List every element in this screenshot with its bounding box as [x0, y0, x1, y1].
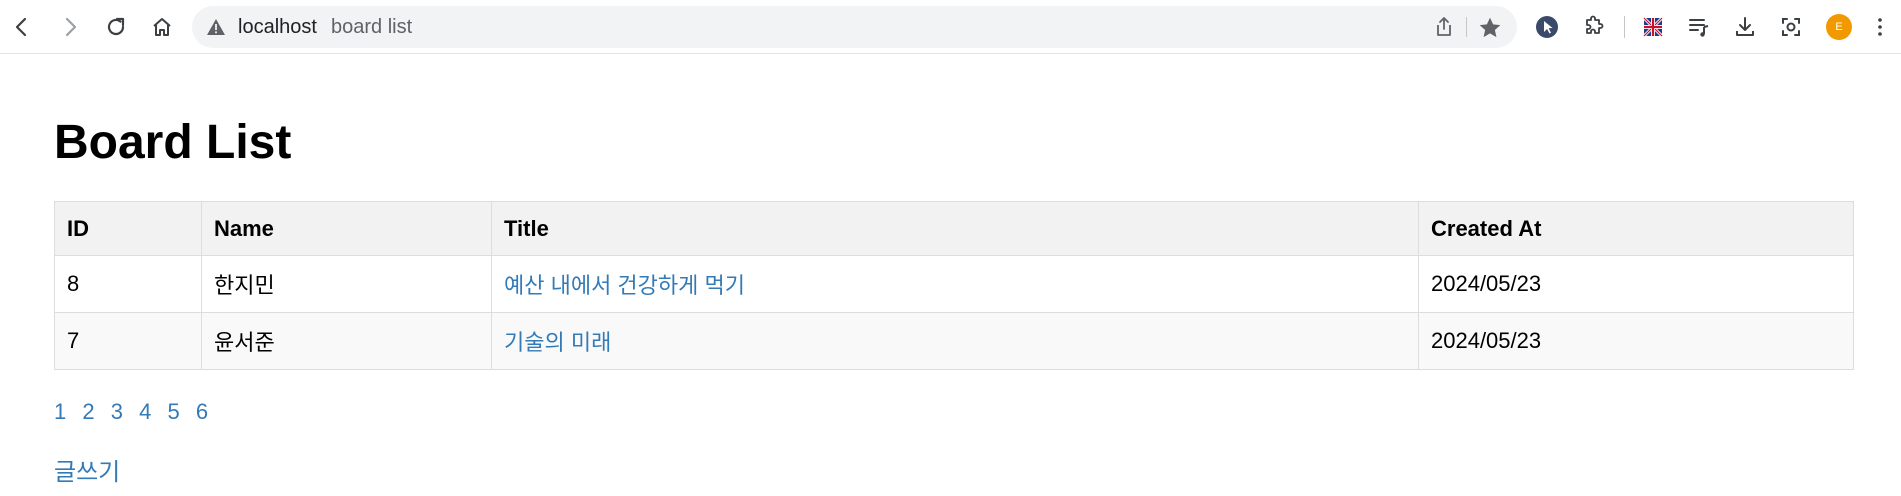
home-icon — [153, 18, 171, 36]
cell-created-at: 2024/05/23 — [1418, 312, 1854, 370]
download-icon — [1736, 17, 1754, 36]
cell-created-at: 2024/05/23 — [1418, 255, 1854, 313]
page-link-1[interactable]: 1 — [54, 399, 66, 424]
table-row: 8 한지민 예산 내에서 건강하게 먹기 2024/05/23 — [54, 255, 1854, 313]
back-button[interactable] — [2, 7, 42, 47]
column-header-title: Title — [491, 201, 1419, 256]
cell-title: 예산 내에서 건강하게 먹기 — [491, 255, 1419, 313]
home-button[interactable] — [142, 7, 182, 47]
write-post-link[interactable]: 글쓰기 — [54, 452, 120, 487]
cell-name: 한지민 — [201, 255, 492, 313]
share-icon[interactable] — [1433, 16, 1455, 38]
downloads-button[interactable] — [1725, 7, 1765, 47]
table-header-row: ID Name Title Created At — [54, 201, 1854, 256]
column-header-created-at: Created At — [1418, 201, 1854, 256]
page-link-3[interactable]: 3 — [111, 399, 123, 424]
cell-id: 7 — [54, 312, 202, 370]
board-table: ID Name Title Created At 8 한지민 예산 내에서 건강… — [54, 201, 1854, 370]
url-path: board list — [331, 16, 413, 38]
back-arrow-icon — [15, 17, 27, 37]
cursor-extension-button[interactable] — [1527, 7, 1567, 47]
bookmark-star-icon[interactable] — [1477, 15, 1503, 41]
not-secure-warning-icon[interactable] — [206, 17, 226, 37]
media-controls-button[interactable] — [1679, 7, 1719, 47]
post-title-link[interactable]: 예산 내에서 건강하게 먹기 — [504, 273, 745, 298]
page-link-4[interactable]: 4 — [139, 399, 151, 424]
browser-toolbar: localhost board list E — [0, 0, 1901, 54]
column-header-name: Name — [201, 201, 492, 256]
cursor-extension-icon — [1536, 16, 1558, 38]
puzzle-piece-icon — [1586, 15, 1604, 34]
cell-title: 기술의 미래 — [491, 312, 1419, 370]
reload-icon — [107, 17, 125, 36]
address-bar[interactable]: localhost board list — [192, 6, 1517, 48]
camera-capture-icon — [1782, 18, 1800, 36]
kebab-menu-icon — [1878, 18, 1882, 36]
cell-id: 8 — [54, 255, 202, 313]
url-host: localhost — [238, 16, 317, 38]
profile-avatar[interactable]: E — [1826, 14, 1852, 40]
browser-menu-button[interactable] — [1862, 7, 1898, 47]
extensions-button[interactable] — [1574, 7, 1614, 47]
column-header-id: ID — [54, 201, 202, 256]
page-title: Board List — [54, 116, 292, 169]
page-link-5[interactable]: 5 — [168, 399, 180, 424]
screenshot-button[interactable] — [1771, 7, 1811, 47]
page-content: Board List ID Name Title Created At 8 한지… — [0, 55, 1901, 496]
forward-button[interactable] — [50, 7, 90, 47]
pagination: 1 2 3 4 5 6 — [54, 399, 218, 425]
post-title-link[interactable]: 기술의 미래 — [504, 330, 611, 355]
reload-button[interactable] — [96, 7, 136, 47]
forward-arrow-icon — [65, 17, 77, 37]
cell-name: 윤서준 — [201, 312, 492, 370]
page-link-2[interactable]: 2 — [82, 399, 94, 424]
toolbar-separator — [1624, 16, 1625, 38]
translate-extension-button[interactable] — [1633, 7, 1673, 47]
page-link-6[interactable]: 6 — [196, 399, 208, 424]
playlist-music-icon — [1689, 19, 1709, 37]
uk-flag-icon — [1642, 16, 1664, 38]
table-row: 7 윤서준 기술의 미래 2024/05/23 — [54, 312, 1854, 370]
omnibox-separator — [1466, 17, 1467, 37]
